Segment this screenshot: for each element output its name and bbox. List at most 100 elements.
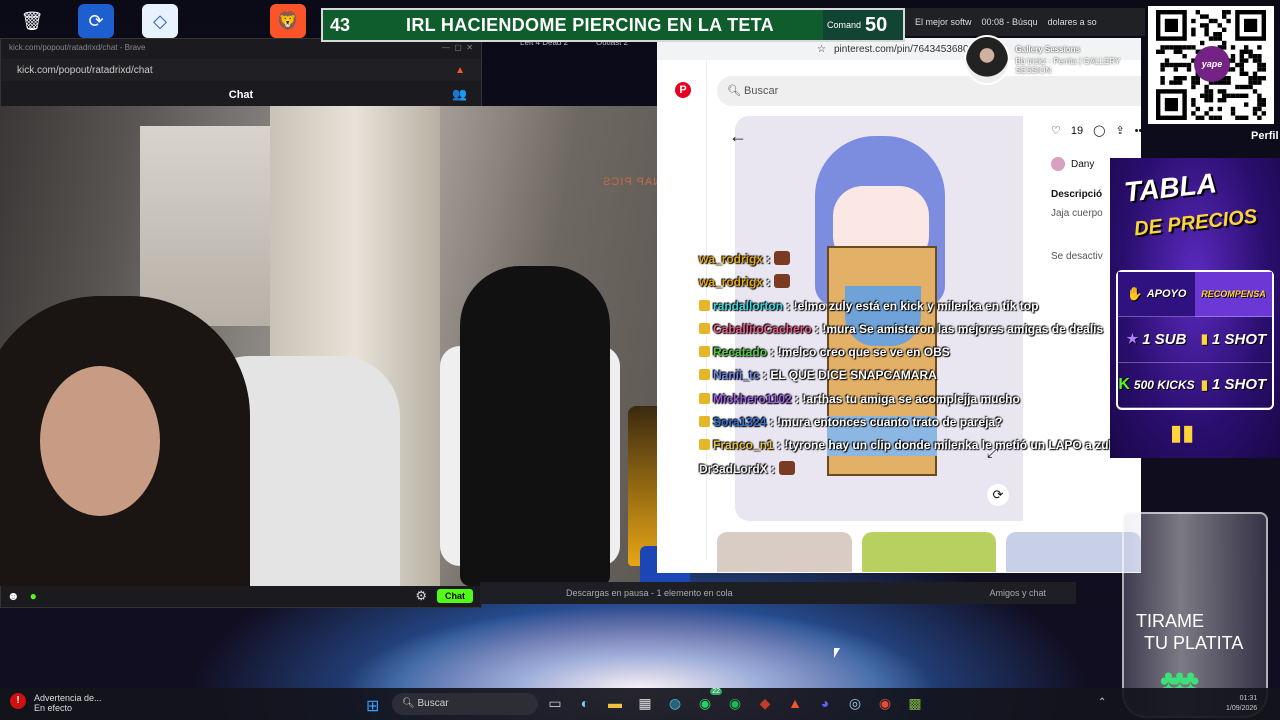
- chat-username[interactable]: randallorton: [713, 299, 786, 313]
- taskbar-apps: ▭ ◐ ▬ ▦ ◍ ◉ 22 ◉ ◆ ▲ ◕ ◎ ◉ ▩: [546, 688, 924, 712]
- row2-support-text: 500 KICKS: [1133, 377, 1195, 392]
- clock-time: 01:31: [1239, 695, 1258, 702]
- webcam-feed: SNAP PICS: [0, 106, 690, 586]
- chat-badge-icon: [699, 392, 710, 404]
- taskbar-clock[interactable]: 01:31 1/09/2026: [1226, 694, 1257, 714]
- brave-shield-icon[interactable]: ▲: [455, 65, 465, 76]
- chat-username[interactable]: Nanii_tc: [713, 368, 763, 382]
- task-view-icon[interactable]: ▭: [546, 694, 564, 712]
- warning-widget[interactable]: ! Advertencia de... En efecto: [10, 693, 102, 713]
- chat-badge-icon: [699, 416, 710, 428]
- banner-right-number: 50: [865, 13, 888, 36]
- tray-chevron-icon[interactable]: ⌃: [1098, 697, 1106, 708]
- heart-icon[interactable]: ♡: [1051, 124, 1061, 137]
- downloads-bar: Descargas en pausa - 1 elemento en cola …: [480, 582, 1076, 604]
- brave-taskbar-icon[interactable]: ▲: [786, 694, 804, 712]
- chat-message: Franco_n1 : !tyrone hay un clip donde mi…: [699, 434, 1119, 457]
- chat-message: Dr3adLordX :: [699, 458, 1119, 481]
- like-count: 19: [1070, 124, 1084, 137]
- chat-header: Chat 👥: [1, 81, 481, 107]
- clock-date: 1/09/2026: [1226, 705, 1258, 712]
- spotify-icon[interactable]: ◉: [726, 694, 744, 712]
- chat-username[interactable]: CaballitoCachero: [713, 322, 815, 336]
- app-shortcut-icon[interactable]: ◇: [142, 4, 178, 38]
- browser-tab[interactable]: 00:08 - Búsqu: [982, 17, 1038, 27]
- related-pin[interactable]: [861, 532, 997, 572]
- search-icon: 🔍︎: [727, 85, 741, 97]
- window-titlebar: kick.com/popout/ratadrixd/chat - Brave —…: [1, 39, 481, 59]
- browser-tab[interactable]: dolares a so: [1048, 17, 1097, 27]
- yape-logo: yape: [1194, 46, 1230, 82]
- row2-reward-text: 1 SHOT: [1211, 376, 1267, 394]
- friends-chat-button[interactable]: Amigos y chat: [989, 588, 1046, 598]
- chat-username[interactable]: Sora1324: [713, 415, 770, 429]
- stream-title: IRL HACIENDOME PIERCING EN LA TETA: [406, 14, 774, 35]
- price-table: TABLA DE PRECIOS ✋ APOYO RECOMPENSA ★ 1 SU…: [1110, 158, 1280, 458]
- chat-badge-icon: [699, 369, 710, 381]
- chat-message: Recatado : !melco creo que se ve en OBS: [699, 341, 1119, 364]
- edge-icon[interactable]: ◍: [666, 694, 684, 712]
- chat-message-text: :: [771, 461, 776, 476]
- bookmark-icon[interactable]: ☆: [817, 44, 826, 55]
- gear-icon[interactable]: ⚙: [415, 588, 427, 604]
- star-icon: ★: [1126, 331, 1139, 347]
- window-controls[interactable]: — ▢ ✕: [442, 43, 473, 55]
- taskbar-search-input[interactable]: 🔍︎ Buscar: [392, 693, 538, 715]
- pinterest-url: pinterest.com/pin/76434536800: [833, 43, 975, 55]
- price-row-1-support: ★ 1 SUB: [1118, 317, 1195, 363]
- chat-message-text: :: [766, 252, 771, 266]
- second-person: [460, 266, 610, 586]
- minecraft-icon[interactable]: ▩: [906, 694, 924, 712]
- refresh-icon[interactable]: ⟳: [987, 484, 1009, 506]
- chat-emote-icon: [774, 274, 791, 289]
- row1-support-text: 1 SUB: [1142, 330, 1187, 348]
- chat-username[interactable]: Franco_n1: [713, 438, 777, 452]
- dota-icon[interactable]: ◆: [756, 694, 774, 712]
- search-icon: 🔍︎: [402, 698, 415, 709]
- windows-start-icon[interactable]: ⊞: [366, 696, 379, 716]
- copilot-icon[interactable]: ◐: [576, 694, 594, 712]
- recycle-bin-icon[interactable]: 🗑: [14, 4, 50, 38]
- chat-badge-icon: [699, 439, 710, 451]
- more-icon[interactable]: •••: [1135, 125, 1147, 137]
- emoji-icon[interactable]: ☻: [7, 589, 20, 603]
- discord-icon[interactable]: ◕: [816, 694, 834, 712]
- chat-badge-icon: [699, 346, 710, 358]
- back-arrow-icon[interactable]: ←: [729, 126, 747, 147]
- pinterest-logo-icon[interactable]: P: [675, 82, 691, 98]
- banner-left-number: 43: [329, 14, 351, 35]
- tip-jar-line2: TU PLATITA: [1144, 633, 1244, 653]
- store-icon[interactable]: ▦: [636, 694, 654, 712]
- steam-icon[interactable]: ◎: [846, 694, 864, 712]
- chat-header-title: Chat: [228, 89, 254, 101]
- whatsapp-icon[interactable]: ◉ 22: [696, 688, 722, 712]
- chat-send-button[interactable]: Chat: [437, 589, 473, 603]
- command-counter: Comand 50: [823, 10, 903, 40]
- kick-icon[interactable]: ●: [30, 589, 37, 603]
- share-icon[interactable]: ⇪: [1115, 124, 1124, 137]
- shot-glass-icon: ▮: [1200, 331, 1208, 347]
- shot-glass-icon: ▮: [1200, 376, 1208, 392]
- profile-bubble: Gallery Sessions Bb trickz - Perrita | G…: [964, 34, 1144, 86]
- file-explorer-icon[interactable]: ▬: [606, 694, 624, 712]
- users-icon[interactable]: 👥: [452, 87, 467, 101]
- chat-username[interactable]: Dr3adLordX: [699, 462, 771, 476]
- comment-icon[interactable]: ◯: [1093, 124, 1105, 137]
- chat-message: randallorton : !elmo zuly está en kick y…: [699, 295, 1119, 318]
- browser-tab[interactable]: El mejor softw: [915, 17, 972, 27]
- chat-username[interactable]: Recatado: [713, 345, 770, 359]
- chat-username[interactable]: wa_rodrigx: [699, 275, 766, 289]
- chrome-icon[interactable]: ◉: [876, 694, 894, 712]
- related-pin[interactable]: [1006, 532, 1142, 572]
- kick-logo-icon: K: [1118, 375, 1130, 393]
- profile-link[interactable]: Perfil: [1251, 130, 1279, 142]
- related-pin[interactable]: [717, 532, 852, 572]
- warning-title: Advertencia de...: [34, 693, 102, 703]
- brave-browser-icon[interactable]: 🦁: [270, 4, 306, 38]
- app-shortcut-icon[interactable]: ⟳: [78, 4, 114, 38]
- downloads-status: Descargas en pausa - 1 elemento en cola: [566, 588, 733, 598]
- chat-username[interactable]: wa_rodrigx: [699, 252, 766, 266]
- chat-username[interactable]: Mickhero1102: [713, 392, 795, 406]
- address-bar[interactable]: kick.com/popout/ratadrixd/chat ▲: [1, 59, 481, 81]
- chat-message-text: : !mura Se amistaron las mejores amigas …: [815, 321, 1104, 336]
